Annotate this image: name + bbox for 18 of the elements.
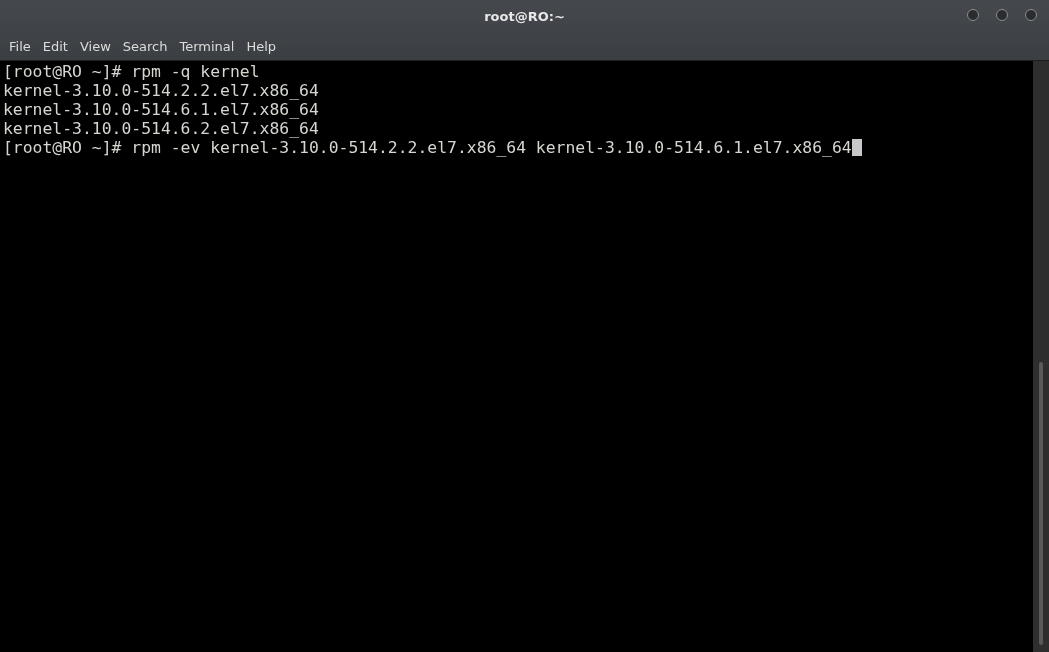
terminal-line: kernel-3.10.0-514.6.2.el7.x86_64	[3, 119, 319, 138]
terminal-line: kernel-3.10.0-514.2.2.el7.x86_64	[3, 81, 319, 100]
text-cursor	[851, 139, 862, 156]
terminal-line: [root@RO ~]# rpm -q kernel	[3, 62, 260, 81]
menu-item[interactable]: View	[73, 36, 117, 56]
menu-item[interactable]: Help	[240, 36, 283, 56]
minimize-button[interactable]	[967, 9, 979, 21]
window-title: root@RO:~	[484, 8, 565, 24]
scrollbar-thumb[interactable]	[1039, 362, 1043, 645]
menu-item[interactable]: File	[3, 36, 37, 56]
menu-item[interactable]: Edit	[36, 36, 74, 56]
maximize-button[interactable]	[996, 9, 1008, 21]
close-button[interactable]	[1025, 9, 1037, 21]
terminal-line: [root@RO ~]# rpm -ev kernel-3.10.0-514.2.2.el7.x86_64 kernel-3.10.0-514.6.1.el7.x86_64	[3, 138, 852, 157]
menu-item[interactable]: Search	[116, 36, 174, 56]
terminal-line: kernel-3.10.0-514.6.1.el7.x86_64	[3, 100, 319, 119]
menu-item[interactable]: Terminal	[173, 36, 241, 56]
scrollbar[interactable]	[1033, 61, 1049, 652]
